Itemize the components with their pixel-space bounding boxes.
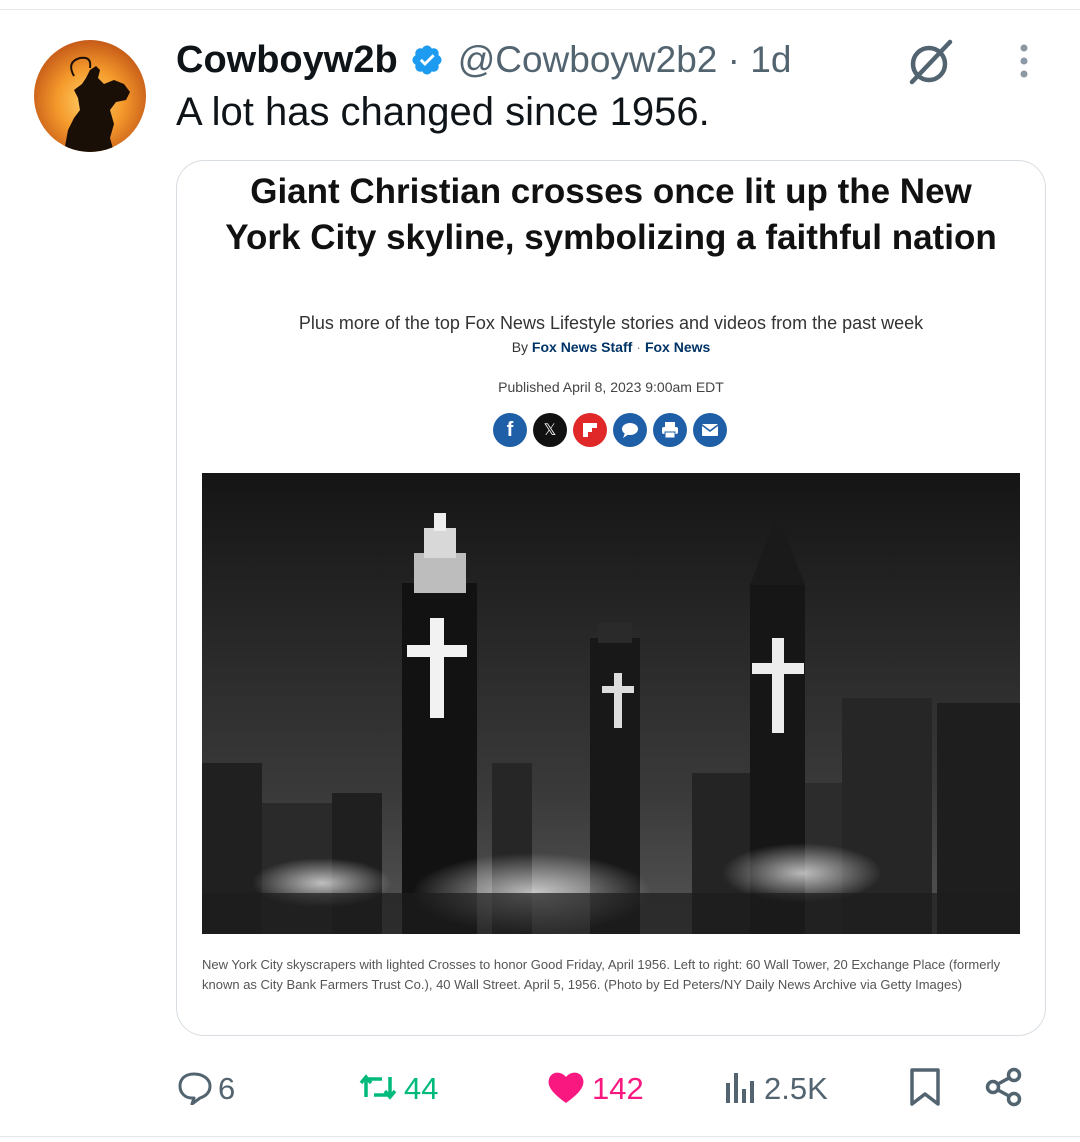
- handle-and-time[interactable]: @Cowboyw2b2 · 1d: [458, 39, 792, 81]
- published-date: Published April 8, 2023 9:00am EDT: [498, 379, 724, 395]
- like-count: 142: [592, 1071, 644, 1106]
- nyc-skyline-crosses-photo: [202, 473, 1020, 934]
- handle[interactable]: @Cowboyw2b2: [458, 39, 718, 80]
- retweet-count: 44: [404, 1071, 439, 1106]
- bottom-divider: [0, 1136, 1080, 1137]
- facebook-share-icon: f: [493, 413, 527, 447]
- like-button[interactable]: 142: [546, 1062, 644, 1116]
- verified-badge-icon: [410, 43, 444, 77]
- view-count: 2.5K: [764, 1071, 828, 1106]
- x-share-icon: 𝕏: [533, 413, 567, 447]
- views-icon: [724, 1069, 758, 1110]
- top-divider: [0, 9, 1080, 10]
- reply-icon: [176, 1069, 212, 1110]
- tweet-header: Cowboyw2b @Cowboyw2b2 · 1d: [176, 36, 791, 84]
- print-icon: [653, 413, 687, 447]
- timestamp[interactable]: 1d: [750, 39, 791, 80]
- byline-outlet: Fox News: [644, 339, 711, 355]
- reply-count: 6: [218, 1071, 236, 1106]
- share-button[interactable]: [984, 1062, 1024, 1116]
- share-buttons: f 𝕏: [493, 413, 727, 447]
- comments-icon: [613, 413, 647, 447]
- article-byline: By Fox News Staff · Fox News: [511, 339, 711, 355]
- photo-caption: New York City skyscrapers with lighted C…: [202, 957, 1001, 992]
- heart-icon: [546, 1069, 586, 1110]
- tweet-text: A lot has changed since 1956.: [176, 90, 710, 134]
- article-subheadline: Plus more of the top Fox News Lifestyle …: [298, 313, 924, 333]
- bookmark-button[interactable]: [908, 1062, 942, 1116]
- retweet-button[interactable]: 44: [358, 1062, 438, 1116]
- views-button[interactable]: 2.5K: [724, 1062, 828, 1116]
- display-name[interactable]: Cowboyw2b: [176, 39, 398, 82]
- flipboard-share-icon: [573, 413, 607, 447]
- tweet-actions: 6 44 142 2.5K: [0, 1062, 1080, 1116]
- reply-button[interactable]: 6: [176, 1062, 235, 1116]
- share-icon: [984, 1067, 1024, 1112]
- media-card[interactable]: Giant Christian crosses once lit up the …: [176, 160, 1046, 1036]
- avatar[interactable]: [34, 40, 146, 152]
- hidden-reply-icon[interactable]: [904, 38, 954, 86]
- more-icon[interactable]: [1012, 42, 1036, 82]
- bookmark-icon: [908, 1067, 942, 1112]
- email-icon: [693, 413, 727, 447]
- article-headline: Giant Christian crosses once lit up the …: [225, 172, 997, 257]
- byline-prefix: By: [511, 339, 529, 355]
- byline-author: Fox News Staff: [531, 339, 633, 355]
- retweet-icon: [358, 1069, 398, 1110]
